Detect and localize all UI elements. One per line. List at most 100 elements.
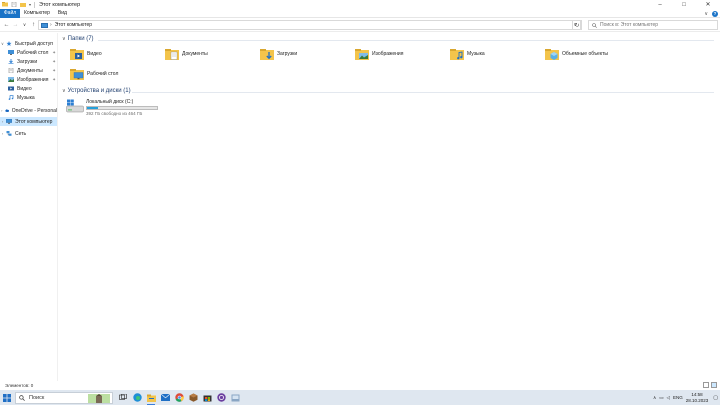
star-icon xyxy=(6,41,12,46)
drive-usage-bar xyxy=(86,106,158,110)
language-indicator[interactable]: ENG xyxy=(673,395,683,400)
sidebar-item-downloads[interactable]: Загрузки ✦ xyxy=(0,57,57,66)
mail-icon xyxy=(160,394,170,401)
sidebar-item-this-pc[interactable]: › Этот компьютер xyxy=(0,117,57,126)
volume-icon[interactable]: ◁ xyxy=(667,395,670,401)
sidebar-item-pictures[interactable]: Изображения ✦ xyxy=(0,75,57,84)
sidebar-item-music[interactable]: Музыка xyxy=(0,93,57,102)
edge-icon xyxy=(132,393,142,402)
folder-documents[interactable]: Документы xyxy=(165,45,208,63)
help-button[interactable]: ? xyxy=(712,10,718,17)
sidebar-item-videos[interactable]: Видео xyxy=(0,84,57,93)
folder-videos[interactable]: Видео xyxy=(70,45,102,63)
chevron-right-icon[interactable]: › xyxy=(0,108,4,113)
folder-desktop[interactable]: Рабочий стол xyxy=(70,65,118,83)
system-tray: ∧ ▭ ◁ ENG 14:58 28.10.2023 ▢ xyxy=(653,390,718,405)
taskbar-app[interactable] xyxy=(228,390,242,405)
folder-downloads[interactable]: Загрузки xyxy=(260,45,297,63)
documents-folder-icon xyxy=(165,49,179,60)
drive-c[interactable]: Локальный диск (C:) 392 ГБ свободно из 4… xyxy=(66,99,158,116)
folders-group-header[interactable]: ∨ Папки (7) xyxy=(62,36,94,42)
search-box[interactable] xyxy=(588,20,718,30)
sidebar-item-label: Рабочий стол xyxy=(17,49,49,56)
large-icons-view-icon[interactable] xyxy=(711,382,717,388)
taskbar-store[interactable] xyxy=(200,390,214,405)
folders-group-divider xyxy=(98,40,714,41)
taskbar-search[interactable]: Поиск xyxy=(15,391,113,404)
devices-group-header[interactable]: ∨ Устройства и диски (1) xyxy=(62,88,131,94)
tab-computer[interactable]: Компьютер xyxy=(20,9,54,18)
taskbar-package[interactable] xyxy=(186,390,200,405)
customize-toolbar-icon[interactable]: ▾ xyxy=(29,2,31,7)
status-bar: Элементов: 0 xyxy=(0,381,720,390)
new-folder-icon[interactable] xyxy=(20,2,26,7)
pin-icon: ✦ xyxy=(52,76,56,82)
taskbar-mail[interactable] xyxy=(158,390,172,405)
forward-button[interactable]: → xyxy=(11,20,20,29)
sidebar-item-label: Этот компьютер xyxy=(15,118,53,125)
folder-3d-objects[interactable]: Объемные объекты xyxy=(545,45,608,63)
folder-music[interactable]: Музыка xyxy=(450,45,485,63)
breadcrumb[interactable]: Этот компьютер xyxy=(55,22,92,28)
sidebar-item-label: Загрузки xyxy=(17,58,38,65)
up-button[interactable]: ↑ xyxy=(29,20,38,29)
navigation-pane: ∨ Быстрый доступ Рабочий стол ✦ Загрузки… xyxy=(0,33,58,381)
start-button[interactable] xyxy=(0,390,13,405)
notifications-icon[interactable]: ▢ xyxy=(713,395,718,401)
windows-logo-icon xyxy=(2,393,11,402)
breadcrumb-separator[interactable]: › xyxy=(50,22,52,28)
chevron-down-icon[interactable]: ∨ xyxy=(0,41,5,46)
package-icon xyxy=(189,393,197,402)
maximize-button[interactable]: □ xyxy=(672,0,696,9)
recent-locations-button[interactable]: ∨ xyxy=(20,20,29,29)
onedrive-icon xyxy=(4,109,9,112)
back-button[interactable]: ← xyxy=(2,20,11,29)
chevron-down-icon[interactable]: ∨ xyxy=(62,36,66,42)
folder-pictures[interactable]: Изображения xyxy=(355,45,403,63)
task-view-icon xyxy=(119,394,127,400)
store-icon xyxy=(203,395,211,402)
tab-view[interactable]: Вид xyxy=(54,9,71,18)
address-bar[interactable]: › Этот компьютер ∨ xyxy=(38,20,581,30)
folder-label: Музыка xyxy=(467,51,485,57)
network-status-icon[interactable]: ▭ xyxy=(659,395,663,401)
search-icon xyxy=(592,22,597,28)
taskbar-edge[interactable] xyxy=(130,390,144,405)
chrome-icon xyxy=(174,393,184,402)
content-pane: ∨ Папки (7) Видео Документы Загрузки Изо… xyxy=(60,33,720,381)
taskbar-chrome[interactable] xyxy=(172,390,186,405)
sidebar-item-documents[interactable]: Документы ✦ xyxy=(0,66,57,75)
videos-folder-icon xyxy=(70,49,84,60)
sidebar-item-onedrive[interactable]: › OneDrive - Personal xyxy=(0,106,57,115)
taskbar-file-explorer[interactable] xyxy=(144,390,158,405)
chevron-right-icon[interactable]: › xyxy=(0,131,5,136)
pictures-icon xyxy=(8,77,14,82)
refresh-button[interactable]: ↻ xyxy=(572,20,582,30)
properties-icon[interactable] xyxy=(11,2,17,7)
explorer-app-icon[interactable] xyxy=(2,2,8,7)
tab-file[interactable]: Файл xyxy=(0,8,20,18)
ribbon-right: ∨ ? xyxy=(704,9,718,18)
3d-objects-folder-icon xyxy=(545,49,559,60)
sidebar-item-quick-access[interactable]: ∨ Быстрый доступ xyxy=(0,39,57,48)
videos-folder-icon xyxy=(8,86,14,91)
details-view-icon[interactable] xyxy=(703,382,709,388)
chevron-right-icon[interactable]: › xyxy=(0,119,5,124)
taskbar-task-view[interactable] xyxy=(116,390,130,405)
folder-label: Рабочий стол xyxy=(87,71,119,77)
chevron-down-icon[interactable]: ∨ xyxy=(62,88,66,94)
sidebar-item-network[interactable]: › Сеть xyxy=(0,129,57,138)
windows-drive-icon xyxy=(66,99,84,113)
taskbar-outlook[interactable] xyxy=(214,390,228,405)
documents-icon xyxy=(8,68,14,73)
close-button[interactable]: ✕ xyxy=(696,0,720,9)
app-icon xyxy=(231,394,239,401)
chevron-down-icon[interactable]: ∨ xyxy=(704,11,708,17)
taskbar-search-label: Поиск xyxy=(29,394,45,401)
folder-label: Изображения xyxy=(372,51,404,57)
search-input[interactable] xyxy=(600,22,710,28)
minimize-button[interactable]: – xyxy=(648,0,672,9)
sidebar-item-desktop[interactable]: Рабочий стол ✦ xyxy=(0,48,57,57)
clock[interactable]: 14:58 28.10.2023 xyxy=(686,392,709,403)
show-hidden-icons-icon[interactable]: ∧ xyxy=(653,395,656,401)
